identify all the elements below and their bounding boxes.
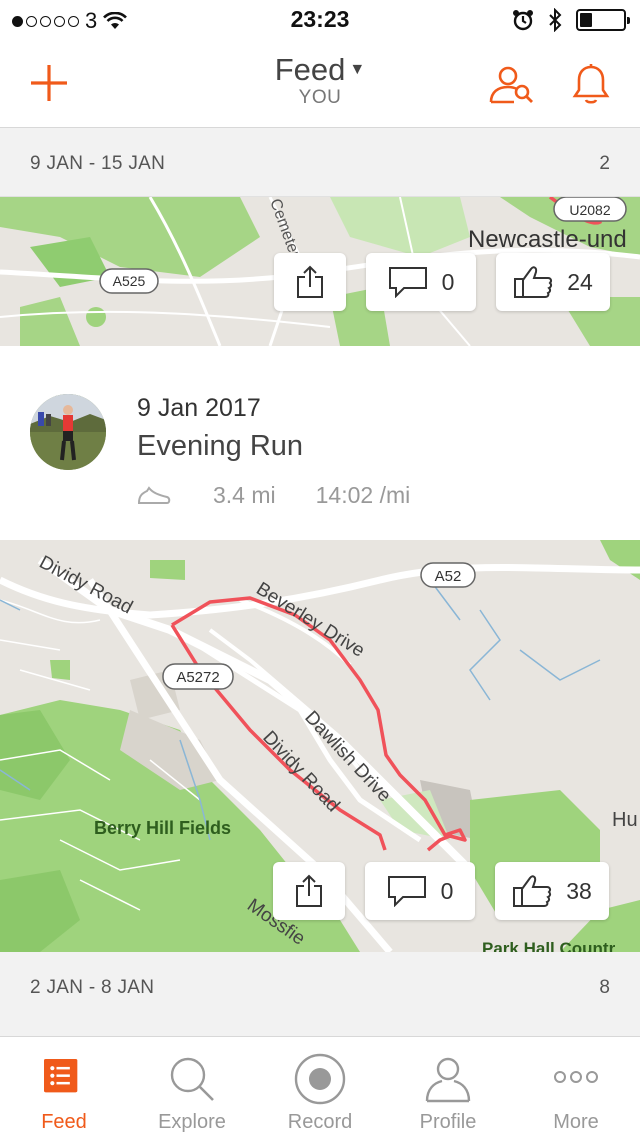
- week-activity-count: 8: [599, 977, 610, 998]
- avatar[interactable]: [30, 394, 106, 470]
- tab-label: Feed: [41, 1111, 87, 1133]
- thumbs-up-icon: [514, 266, 553, 298]
- activity-date: 9 Jan 2017: [137, 394, 261, 422]
- status-bar: 3 23:23: [0, 0, 640, 40]
- activity-card[interactable]: 9 Jan 2017 Evening Run 3.4 mi 14:02 /mi: [0, 346, 640, 540]
- thumbs-up-icon: [513, 875, 552, 907]
- road-label: A5272: [176, 669, 219, 686]
- tab-label: More: [553, 1111, 599, 1133]
- kudos-count: 24: [567, 268, 593, 295]
- tab-profile[interactable]: Profile: [384, 1037, 512, 1136]
- week-range: 9 JAN - 15 JAN: [30, 153, 166, 174]
- comment-icon: [388, 267, 427, 298]
- park-label: Berry Hill Fields: [94, 818, 231, 838]
- comment-count: 0: [440, 877, 454, 904]
- activity-map-previous[interactable]: A525 U2082 Newcastle-und Cemetery 0 24: [0, 197, 640, 346]
- activity-stats: 3.4 mi 14:02 /mi: [137, 482, 410, 509]
- share-icon: [296, 874, 322, 907]
- share-button[interactable]: [273, 862, 345, 920]
- profile-icon: [425, 1057, 471, 1103]
- search-icon: [170, 1057, 214, 1101]
- activity-title[interactable]: Evening Run: [137, 430, 303, 463]
- feed-selector[interactable]: Feed ▼ YOU: [0, 52, 640, 109]
- find-friends-icon[interactable]: [488, 64, 536, 106]
- battery-icon: [576, 9, 630, 31]
- comment-count: 0: [441, 268, 455, 295]
- run-shoe-icon: [137, 485, 171, 504]
- week-range: 2 JAN - 8 JAN: [30, 977, 155, 998]
- kudos-button[interactable]: 24: [496, 253, 610, 311]
- activity-pace: 14:02 /mi: [315, 482, 411, 508]
- week-activity-count: 2: [599, 153, 610, 174]
- comment-button[interactable]: 0: [365, 862, 475, 920]
- nav-bar: Feed ▼ YOU: [0, 40, 640, 128]
- feed-icon: [44, 1059, 78, 1093]
- place-label: Hu: [612, 809, 638, 831]
- comment-icon: [387, 876, 426, 907]
- tab-label: Record: [287, 1111, 353, 1133]
- tab-label: Profile: [419, 1111, 477, 1133]
- tab-bar: Feed Explore Record Profile More: [0, 1036, 640, 1136]
- share-icon: [297, 265, 323, 298]
- tab-record[interactable]: Record: [256, 1037, 384, 1136]
- kudos-button[interactable]: 38: [495, 862, 609, 920]
- tab-feed[interactable]: Feed: [0, 1037, 128, 1136]
- more-icon: [554, 1071, 598, 1083]
- park-label: Park Hall Countr: [482, 939, 616, 952]
- week-header: 9 JAN - 15 JAN 2: [0, 129, 640, 197]
- page-subtitle: YOU: [298, 87, 342, 108]
- road-label: A525: [113, 273, 146, 289]
- share-button[interactable]: [274, 253, 346, 311]
- alarm-icon: [513, 10, 533, 31]
- town-label: Newcastle-und: [468, 226, 627, 253]
- week-header: 2 JAN - 8 JAN 8: [0, 953, 640, 1037]
- road-label: A52: [435, 568, 462, 585]
- dropdown-caret-icon: ▼: [349, 61, 366, 78]
- notifications-bell-icon[interactable]: [570, 62, 612, 106]
- activity-distance: 3.4 mi: [213, 482, 276, 508]
- activity-map[interactable]: A52 A5272 Dividy Road Beverley Drive Daw…: [0, 540, 640, 952]
- tab-explore[interactable]: Explore: [128, 1037, 256, 1136]
- tab-more[interactable]: More: [512, 1037, 640, 1136]
- bluetooth-icon: [549, 8, 562, 32]
- feed-screen: 3 23:23 Feed ▼ YOU 9 JAN - 15 JAN 2 A525…: [0, 0, 640, 1136]
- kudos-count: 38: [566, 877, 592, 904]
- page-title: Feed: [274, 52, 346, 87]
- road-label: U2082: [569, 202, 610, 218]
- tab-label: Explore: [158, 1111, 226, 1133]
- record-icon: [294, 1053, 346, 1105]
- status-right: [512, 8, 630, 32]
- comment-button[interactable]: 0: [366, 253, 476, 311]
